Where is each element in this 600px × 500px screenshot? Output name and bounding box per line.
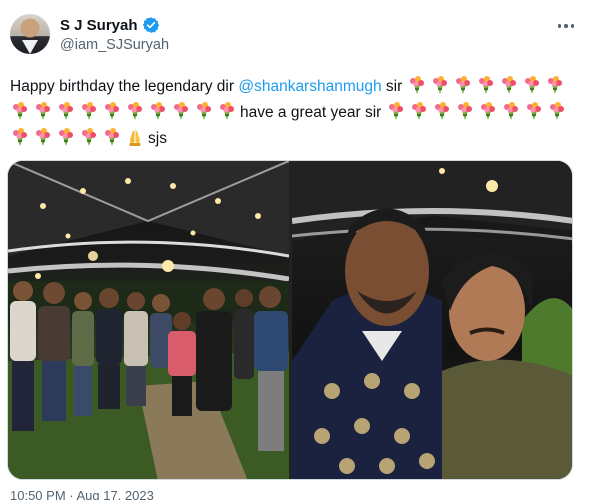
bouquet-icon xyxy=(174,102,188,120)
bouquet-icon xyxy=(503,102,518,120)
group-photo-illustration xyxy=(8,161,289,479)
bouquet-icon xyxy=(524,76,539,94)
bouquet-icon xyxy=(105,128,119,146)
author-handle[interactable]: @iam_SJSuryah xyxy=(60,37,169,53)
bouquet-icon xyxy=(526,102,541,120)
bouquet-icon xyxy=(547,76,562,94)
bouquet-icon xyxy=(549,102,564,120)
bouquet-icon xyxy=(478,76,493,94)
bouquet-icon xyxy=(59,128,73,146)
photo-group[interactable] xyxy=(8,161,289,479)
bouquet-icon xyxy=(36,128,50,146)
media-grid[interactable] xyxy=(7,160,573,480)
bouquet-icon xyxy=(220,102,234,120)
bouquet-icon xyxy=(480,102,495,120)
bouquet-icon xyxy=(388,102,403,120)
bouquet-group-1 xyxy=(407,76,522,95)
folded-hands-icon xyxy=(129,130,141,146)
bouquet-icon xyxy=(432,76,447,94)
bouquet-icon xyxy=(455,76,470,94)
selfie-photo-illustration xyxy=(292,161,572,479)
avatar-shirt xyxy=(22,40,38,54)
bouquet-icon xyxy=(457,102,472,120)
bouquet-icon xyxy=(128,102,142,120)
author-name-row: S J Suryah xyxy=(60,15,160,35)
photo-selfie[interactable] xyxy=(292,161,572,479)
bouquet-icon xyxy=(501,76,516,94)
verified-badge-icon xyxy=(142,17,159,33)
tweet-text: Happy birthday the legendary dir @shanka… xyxy=(10,74,580,152)
tweet-text-end: sjs xyxy=(148,130,167,147)
author-avatar[interactable] xyxy=(10,14,50,54)
author-display-name[interactable]: S J Suryah xyxy=(60,17,138,34)
bouquet-icon xyxy=(151,102,165,120)
tweet-text-middle: have a great year sir xyxy=(240,104,382,121)
bouquet-icon xyxy=(82,128,96,146)
bouquet-icon xyxy=(434,102,449,120)
more-options-icon[interactable] xyxy=(554,18,578,34)
tweet-card: S J Suryah @iam_SJSuryah Happy birthday … xyxy=(0,0,600,500)
tweet-text-lead: Happy birthday the legendary dir xyxy=(10,78,235,95)
tweet-text-after-mention: sir xyxy=(381,78,403,95)
bouquet-icon xyxy=(59,102,73,120)
bouquet-icon xyxy=(82,102,96,120)
bouquet-icon xyxy=(197,102,211,120)
mention-link[interactable]: @shankarshanmugh xyxy=(238,78,381,95)
bouquet-icon xyxy=(105,102,119,120)
bouquet-icon xyxy=(411,102,426,120)
bouquet-icon xyxy=(13,128,27,146)
tweet-timestamp[interactable]: 10:50 PM · Aug 17, 2023 xyxy=(10,488,154,500)
bouquet-icon xyxy=(13,102,27,120)
bouquet-icon xyxy=(409,76,424,94)
bouquet-icon xyxy=(36,102,50,120)
bouquet-group-3 xyxy=(386,102,501,121)
